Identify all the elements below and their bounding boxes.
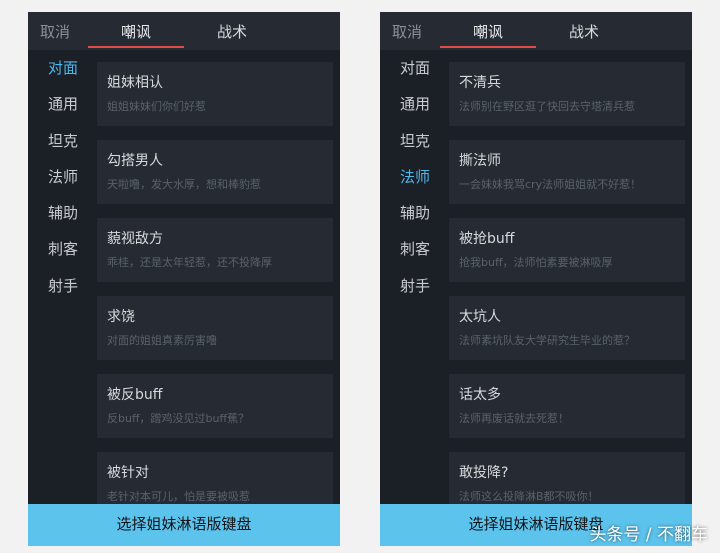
category-sidebar: 对面 通用 坦克 法师 辅助 刺客 射手 [380, 50, 446, 304]
cancel-button[interactable]: 取消 [392, 21, 422, 42]
category-item[interactable]: 通用 [28, 86, 94, 122]
phrase-subtitle: 乖桂，还是太年轻惹，还不投降厚 [107, 256, 272, 269]
phrase-title: 被反buff [107, 387, 163, 403]
category-item[interactable]: 辅助 [380, 195, 446, 231]
top-bar: 取消 嘲讽 战术 [28, 12, 340, 50]
category-item[interactable]: 坦克 [380, 123, 446, 159]
phrase-card[interactable]: 勾搭男人 天啦噜，发大水厚，想和棒豹惹 [97, 140, 333, 204]
category-item[interactable]: 法师 [380, 159, 446, 195]
category-item[interactable]: 刺客 [380, 231, 446, 267]
phrase-subtitle: 法师再废话就去死惹！ [459, 412, 569, 425]
phrase-subtitle: 老针对本可儿，怕是要被吸惹 [107, 490, 250, 503]
phone-screen-right: 取消 嘲讽 战术 对面 通用 坦克 法师 辅助 刺客 射手 不清兵 法师别在野区… [380, 12, 692, 546]
phrase-subtitle: 一会妹妹我骂cry法师姐姐就不好惹！ [459, 178, 642, 191]
top-bar: 取消 嘲讽 战术 [380, 12, 692, 50]
phrase-title: 敢投降? [459, 465, 509, 481]
phrase-title: 撕法师 [459, 153, 501, 169]
phrase-title: 藐视敌方 [107, 231, 163, 247]
phrase-card[interactable]: 撕法师 一会妹妹我骂cry法师姐姐就不好惹！ [449, 140, 685, 204]
phrase-card[interactable]: 藐视敌方 乖桂，还是太年轻惹，还不投降厚 [97, 218, 333, 282]
phrase-title: 被抢buff [459, 231, 515, 247]
phrase-card[interactable]: 姐妹相认 姐姐妹妹们你们好惹 [97, 62, 333, 126]
phrase-title: 姐妹相认 [107, 75, 163, 91]
phrase-card[interactable]: 话太多 法师再废话就去死惹！ [449, 374, 685, 438]
watermark: 头条号 / 不翻车 [589, 525, 708, 545]
phone-screen-left: 取消 嘲讽 战术 对面 通用 坦克 法师 辅助 刺客 射手 姐妹相认 姐姐妹妹们… [28, 12, 340, 546]
phrase-list: 姐妹相认 姐姐妹妹们你们好惹 勾搭男人 天啦噜，发大水厚，想和棒豹惹 藐视敌方 … [97, 62, 333, 530]
category-item[interactable]: 对面 [28, 50, 94, 86]
phrase-card[interactable]: 不清兵 法师别在野区逛了快回去守塔清兵惹 [449, 62, 685, 126]
phrase-title: 勾搭男人 [107, 153, 163, 169]
tab-taunt[interactable]: 嘲讽 [88, 21, 184, 48]
phrase-list: 不清兵 法师别在野区逛了快回去守塔清兵惹 撕法师 一会妹妹我骂cry法师姐姐就不… [449, 62, 685, 530]
category-item[interactable]: 坦克 [28, 123, 94, 159]
phrase-subtitle: 抢我buff，法师怕素要被淋吸厚 [459, 256, 613, 269]
category-item[interactable]: 射手 [28, 268, 94, 304]
category-item[interactable]: 辅助 [28, 195, 94, 231]
category-item[interactable]: 刺客 [28, 231, 94, 267]
phrase-subtitle: 法师这么投降淋B都不吸你！ [459, 490, 599, 503]
phrase-subtitle: 法师素坑队友大学研究生毕业的惹？ [459, 334, 635, 347]
category-item[interactable]: 对面 [380, 50, 446, 86]
tab-tactics[interactable]: 战术 [536, 21, 632, 42]
phrase-subtitle: 姐姐妹妹们你们好惹 [107, 100, 206, 113]
tab-taunt[interactable]: 嘲讽 [440, 21, 536, 48]
category-sidebar: 对面 通用 坦克 法师 辅助 刺客 射手 [28, 50, 94, 304]
tab-tactics[interactable]: 战术 [184, 21, 280, 42]
category-item[interactable]: 法师 [28, 159, 94, 195]
phrase-title: 被针对 [107, 465, 149, 481]
phrase-title: 不清兵 [459, 75, 501, 91]
phrase-subtitle: 反buff，蹭鸡没见过buff蕉？ [107, 412, 250, 425]
phrase-card[interactable]: 求饶 对面的姐姐真素厉害噜 [97, 296, 333, 360]
category-item[interactable]: 通用 [380, 86, 446, 122]
phrase-title: 话太多 [459, 387, 501, 403]
phrase-subtitle: 天啦噜，发大水厚，想和棒豹惹 [107, 178, 261, 191]
phrase-subtitle: 法师别在野区逛了快回去守塔清兵惹 [459, 100, 635, 113]
select-keyboard-button[interactable]: 选择姐妹淋语版键盘 [28, 504, 340, 546]
phrase-card[interactable]: 被抢buff 抢我buff，法师怕素要被淋吸厚 [449, 218, 685, 282]
phrase-card[interactable]: 太坑人 法师素坑队友大学研究生毕业的惹？ [449, 296, 685, 360]
phrase-card[interactable]: 被反buff 反buff，蹭鸡没见过buff蕉？ [97, 374, 333, 438]
cancel-button[interactable]: 取消 [40, 21, 70, 42]
phrase-title: 求饶 [107, 309, 135, 325]
phrase-title: 太坑人 [459, 309, 501, 325]
category-item[interactable]: 射手 [380, 268, 446, 304]
phrase-subtitle: 对面的姐姐真素厉害噜 [107, 334, 217, 347]
